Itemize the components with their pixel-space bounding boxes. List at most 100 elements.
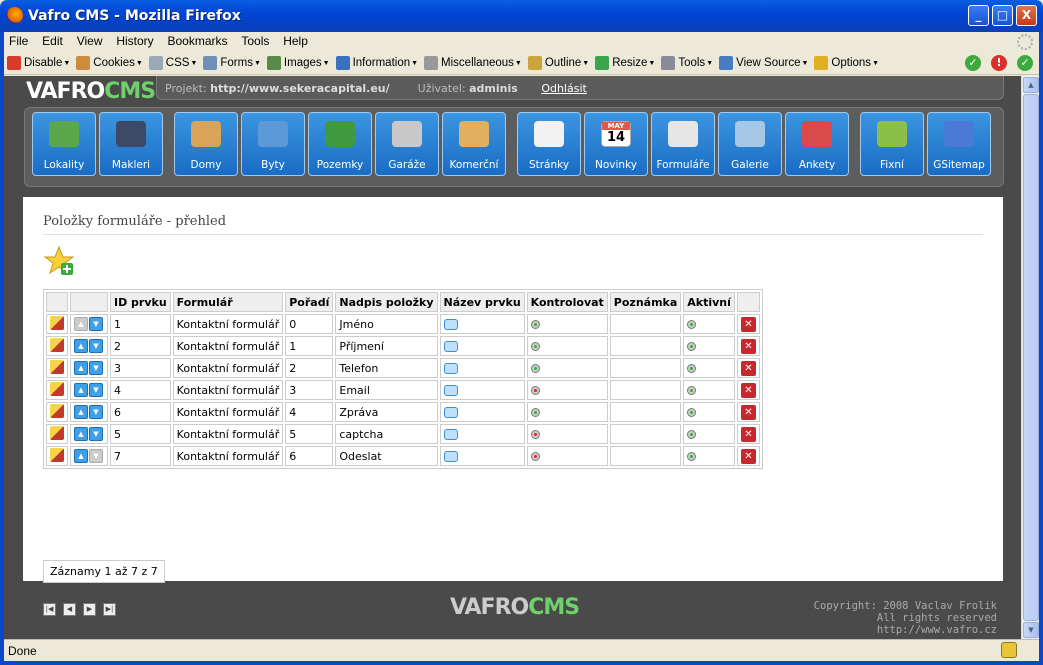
delete-icon[interactable]: ✕ [740, 404, 756, 420]
toolbar-miscellaneous-menu[interactable]: Miscellaneous ▼ [421, 53, 525, 73]
col-order[interactable]: Pořadí [285, 292, 334, 312]
close-button[interactable]: X [1016, 5, 1037, 26]
delete-icon[interactable]: ✕ [740, 338, 756, 354]
toolbar-css-menu[interactable]: CSS ▼ [146, 53, 201, 73]
active-status-icon[interactable] [687, 408, 697, 417]
module-galerie-button[interactable]: Galerie [718, 112, 782, 176]
module-byty-button[interactable]: Byty [241, 112, 305, 176]
move-down-icon[interactable]: ▼ [89, 317, 103, 331]
scroll-up-icon[interactable]: ▲ [1023, 77, 1039, 93]
active-status-icon[interactable] [687, 364, 697, 373]
col-active[interactable]: Aktivní [683, 292, 735, 312]
speech-bubble-icon[interactable] [443, 341, 458, 352]
move-down-icon[interactable]: ▼ [89, 427, 103, 441]
move-down-icon[interactable]: ▼ [89, 405, 103, 419]
menu-edit[interactable]: Edit [37, 32, 68, 48]
active-status-icon[interactable] [687, 320, 697, 329]
module-formuláře-button[interactable]: Formuláře [651, 112, 715, 176]
edit-pencil-icon[interactable] [50, 359, 64, 374]
col-heading[interactable]: Nadpis položky [335, 292, 438, 312]
menu-tools[interactable]: Tools [236, 32, 274, 48]
logout-link[interactable]: Odhlásit [541, 82, 587, 95]
toolbar-resize-menu[interactable]: Resize ▼ [592, 53, 658, 73]
move-up-icon[interactable]: ▲ [74, 405, 88, 419]
module-stránky-button[interactable]: Stránky [517, 112, 581, 176]
col-check[interactable]: Kontrolovat [526, 292, 608, 312]
module-garáže-button[interactable]: Garáže [375, 112, 439, 176]
menu-help[interactable]: Help [278, 32, 313, 48]
move-down-icon[interactable]: ▼ [89, 383, 103, 397]
toolbar-images-menu[interactable]: Images ▼ [264, 53, 333, 73]
speech-bubble-icon[interactable] [443, 363, 458, 374]
move-up-icon[interactable]: ▲ [74, 361, 88, 375]
edit-pencil-icon[interactable] [50, 403, 64, 418]
check-status-icon[interactable] [530, 342, 540, 351]
toolbar-forms-menu[interactable]: Forms ▼ [200, 53, 264, 73]
active-status-icon[interactable] [687, 452, 697, 461]
edit-pencil-icon[interactable] [50, 425, 64, 440]
valid-icon[interactable]: ✓ [965, 55, 981, 71]
check-status-icon[interactable] [530, 452, 540, 461]
move-down-icon[interactable]: ▼ [89, 361, 103, 375]
speech-bubble-icon[interactable] [443, 407, 458, 418]
pager-last-icon[interactable]: ▶| [103, 603, 116, 616]
pager-first-icon[interactable]: |◀ [43, 603, 56, 616]
module-domy-button[interactable]: Domy [174, 112, 238, 176]
module-fixní-button[interactable]: Fixní [860, 112, 924, 176]
maximize-button[interactable]: □ [992, 5, 1013, 26]
menu-bookmarks[interactable]: Bookmarks [162, 32, 232, 48]
module-gsitemap-button[interactable]: GSitemap [927, 112, 991, 176]
module-ankety-button[interactable]: Ankety [785, 112, 849, 176]
menu-history[interactable]: History [111, 32, 158, 48]
edit-pencil-icon[interactable] [50, 337, 64, 352]
speech-bubble-icon[interactable] [443, 429, 458, 440]
edit-pencil-icon[interactable] [50, 315, 64, 330]
col-id[interactable]: ID prvku [110, 292, 171, 312]
footer-url[interactable]: http://www.vafro.cz [814, 624, 997, 636]
minimize-button[interactable]: _ [968, 5, 989, 26]
speech-bubble-icon[interactable] [443, 385, 458, 396]
speech-bubble-icon[interactable] [443, 451, 458, 462]
module-lokality-button[interactable]: Lokality [32, 112, 96, 176]
check-status-icon[interactable] [530, 430, 540, 439]
scroll-down-icon[interactable]: ▼ [1023, 622, 1039, 638]
module-novinky-button[interactable]: MAY 14 Novinky [584, 112, 648, 176]
check-status-icon[interactable] [530, 320, 540, 329]
status-addon-icon[interactable] [1001, 642, 1017, 658]
check-status-icon[interactable] [530, 408, 540, 417]
check-status-icon[interactable] [530, 364, 540, 373]
delete-icon[interactable]: ✕ [740, 382, 756, 398]
toolbar-information-menu[interactable]: Information ▼ [333, 53, 421, 73]
delete-icon[interactable]: ✕ [740, 448, 756, 464]
col-note[interactable]: Poznámka [609, 292, 682, 312]
speech-bubble-icon[interactable] [443, 319, 458, 330]
move-up-icon[interactable]: ▲ [74, 449, 88, 463]
active-status-icon[interactable] [687, 342, 697, 351]
edit-pencil-icon[interactable] [50, 447, 64, 462]
active-status-icon[interactable] [687, 386, 697, 395]
move-up-icon[interactable]: ▲ [74, 383, 88, 397]
pager-next-icon[interactable]: ▶ [83, 603, 96, 616]
col-form[interactable]: Formulář [172, 292, 284, 312]
pager-prev-icon[interactable]: ◀ [63, 603, 76, 616]
toolbar-tools-menu[interactable]: Tools ▼ [658, 53, 716, 73]
error-icon[interactable]: ! [991, 55, 1007, 71]
move-down-icon[interactable]: ▼ [89, 339, 103, 353]
menu-file[interactable]: File [4, 32, 33, 48]
toolbar-view-source-menu[interactable]: View Source ▼ [716, 53, 811, 73]
toolbar-disable-menu[interactable]: Disable ▼ [4, 53, 73, 73]
scroll-thumb[interactable] [1023, 94, 1039, 621]
edit-pencil-icon[interactable] [50, 381, 64, 396]
vertical-scrollbar[interactable]: ▲ ▼ [1021, 76, 1039, 639]
active-status-icon[interactable] [687, 430, 697, 439]
col-element[interactable]: Název prvku [439, 292, 525, 312]
move-up-icon[interactable]: ▲ [74, 427, 88, 441]
delete-icon[interactable]: ✕ [740, 316, 756, 332]
toolbar-cookies-menu[interactable]: Cookies ▼ [73, 53, 146, 73]
move-up-icon[interactable]: ▲ [74, 339, 88, 353]
menu-view[interactable]: View [72, 32, 108, 48]
module-makleri-button[interactable]: Makleri [99, 112, 163, 176]
check-status-icon[interactable] [530, 386, 540, 395]
toolbar-options-menu[interactable]: Options ▼ [811, 53, 882, 73]
delete-icon[interactable]: ✕ [740, 426, 756, 442]
